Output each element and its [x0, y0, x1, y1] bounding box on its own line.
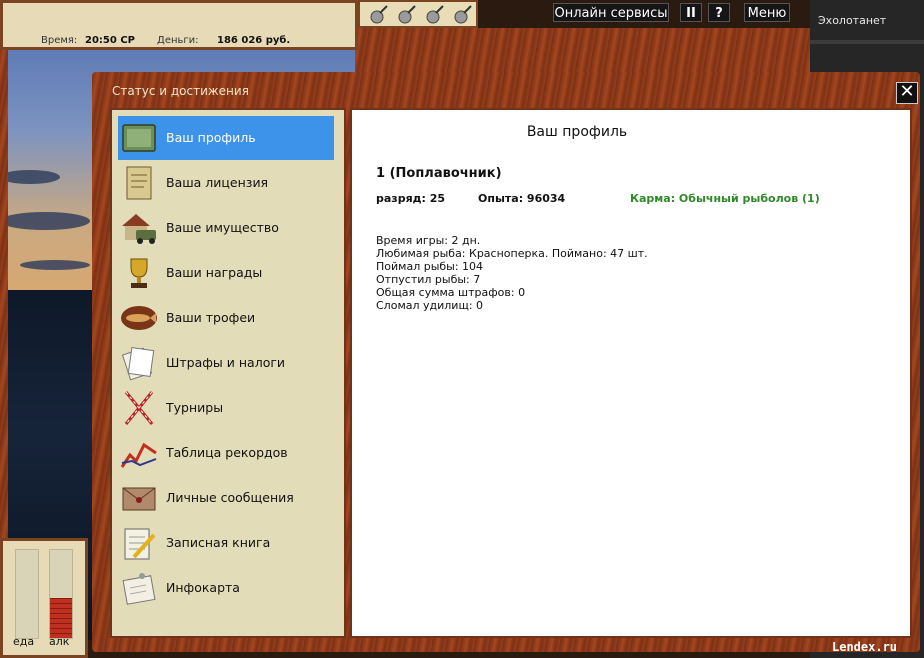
menu-item-awards[interactable]: Ваши награды: [118, 251, 334, 295]
menu-item-messages[interactable]: Личные сообщения: [118, 476, 334, 520]
menu-item-label: Личные сообщения: [166, 490, 294, 505]
menu-item-property[interactable]: Ваше имущество: [118, 206, 334, 250]
echo-sounder-label: Эхолотанет: [818, 14, 887, 27]
page-title: Ваш профиль: [526, 124, 628, 140]
grade-value: разряд: 25: [376, 192, 446, 205]
menu-item-profile[interactable]: Ваш профиль: [118, 116, 334, 160]
alcohol-label: алк: [49, 635, 70, 648]
cloud: [20, 260, 90, 270]
cloud: [0, 212, 90, 230]
house-car-icon: [122, 214, 156, 244]
detail-fish-released: Отпустил рыбы: 7: [376, 273, 481, 286]
notepad-pencil-icon: [124, 528, 156, 560]
license-icon: [126, 166, 152, 200]
money-value: 186 026 руб.: [217, 35, 291, 46]
notebook-icon: [122, 124, 156, 152]
time-value: 20:50 СР: [85, 35, 135, 46]
detail-rods-broken: Сломал удилищ: 0: [376, 299, 484, 312]
fishing-reel-icon[interactable]: [452, 5, 472, 25]
menu-item-label: Ваши награды: [166, 265, 263, 280]
menu-item-tournaments[interactable]: Турниры: [118, 386, 334, 430]
menu-item-notebook[interactable]: Записная книга: [118, 521, 334, 565]
chart-line-icon: [120, 442, 157, 468]
fish-plaque-icon: [121, 306, 157, 330]
food-label: еда: [13, 635, 35, 648]
alcohol-level-fill: [50, 598, 72, 638]
dialog-title: Статус и достижения: [112, 84, 249, 98]
profile-content: Ваш профиль 1 (Поплавочник) разряд: 25 О…: [350, 108, 912, 638]
status-bar: Время: 20:50 СР Деньги: 186 026 руб.: [0, 0, 358, 50]
menu-item-trophies[interactable]: Ваши трофеи: [118, 296, 334, 340]
infocard-icon: [122, 573, 156, 605]
menu-item-records[interactable]: Таблица рекордов: [118, 431, 334, 475]
menu-item-label: Таблица рекордов: [166, 445, 288, 460]
money-label: Деньги:: [157, 35, 199, 46]
food-meter: [15, 549, 39, 639]
rod-slots: [358, 0, 478, 28]
experience-value: Опыта: 96034: [478, 192, 566, 205]
menu-item-fines[interactable]: Штрафы и налоги: [118, 341, 334, 385]
rank-title: 1 (Поплавочник): [376, 166, 502, 181]
menu-item-label: Записная книга: [166, 535, 271, 550]
status-achievements-dialog: Статус и достижения ✕ Ваш профиль Ваша л…: [92, 72, 920, 652]
cloud: [0, 170, 60, 184]
help-button[interactable]: ?: [708, 3, 730, 22]
online-services-button[interactable]: Онлайн сервисы: [553, 3, 669, 22]
menu-item-label: Ваше имущество: [166, 220, 279, 235]
detail-fish-caught: Поймал рыбы: 104: [376, 260, 484, 273]
achievements-menu: Ваш профиль Ваша лицензия Ваше имущество…: [110, 108, 346, 638]
trophy-cup-icon: [130, 258, 148, 288]
papers-icon: [121, 347, 155, 381]
menu-button[interactable]: Меню: [744, 3, 790, 22]
menu-item-license[interactable]: Ваша лицензия: [118, 161, 334, 205]
fishing-reel-icon[interactable]: [368, 5, 388, 25]
wood-frame-top: [355, 28, 810, 72]
crossed-flags-icon: [124, 391, 154, 425]
menu-item-label: Ваша лицензия: [166, 175, 269, 190]
menu-item-infocard[interactable]: Инфокарта: [118, 566, 334, 610]
menu-item-label: Инфокарта: [166, 580, 240, 595]
menu-item-label: Турниры: [166, 400, 224, 415]
menu-item-label: Ваш профиль: [166, 130, 256, 145]
needs-meters: еда алк: [0, 538, 88, 658]
menu-item-label: Штрафы и налоги: [166, 355, 286, 370]
detail-favorite-fish: Любимая рыба: Красноперка. Поймано: 47 ш…: [376, 247, 648, 260]
fishing-reel-icon[interactable]: [424, 5, 444, 25]
detail-playtime: Время игры: 2 дн.: [376, 234, 481, 247]
alcohol-meter: [49, 549, 73, 639]
pause-button[interactable]: II: [680, 3, 702, 22]
watermark: Lendex.ru: [832, 640, 898, 654]
menu-item-label: Ваши трофеи: [166, 310, 256, 325]
detail-fines-total: Общая сумма штрафов: 0: [376, 286, 526, 299]
close-button[interactable]: ✕: [896, 82, 918, 104]
time-label: Время:: [41, 35, 78, 46]
envelope-icon: [122, 487, 156, 511]
karma-value: Карма: Обычный рыболов (1): [630, 192, 820, 205]
fishing-reel-icon[interactable]: [396, 5, 416, 25]
